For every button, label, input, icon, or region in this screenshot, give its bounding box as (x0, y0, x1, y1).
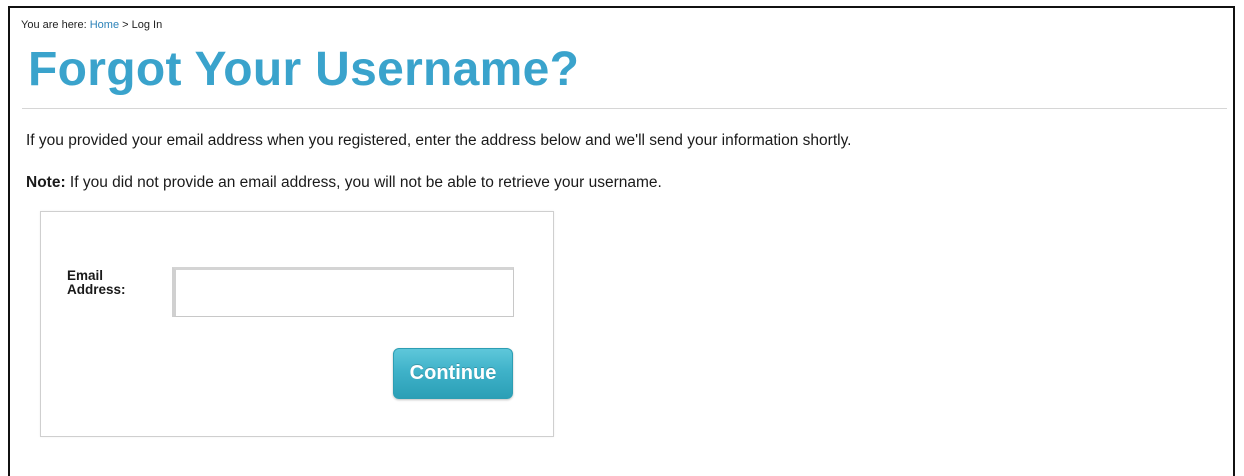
email-label-line2: Address: (67, 282, 126, 297)
forgot-username-form: Email Address: Continue (40, 211, 554, 437)
breadcrumb-prefix: You are here: (21, 19, 87, 31)
breadcrumb-home-link[interactable]: Home (90, 19, 119, 31)
email-field[interactable] (172, 267, 514, 317)
breadcrumb-current: Log In (131, 19, 163, 31)
page-frame: You are here: Home > Log In Forgot Your … (8, 6, 1235, 476)
email-label: Email Address: (67, 269, 147, 297)
breadcrumb-separator: > (122, 19, 129, 31)
breadcrumb: You are here: Home > Log In (21, 19, 162, 31)
note-label: Note: (26, 174, 66, 191)
intro-text: If you provided your email address when … (26, 132, 852, 149)
page-title: Forgot Your Username? (28, 43, 580, 96)
note-text: Note: If you did not provide an email ad… (26, 174, 662, 192)
title-divider (22, 108, 1227, 109)
note-body: If you did not provide an email address,… (69, 174, 662, 191)
continue-button[interactable]: Continue (393, 348, 513, 399)
email-label-line1: Email (67, 268, 104, 283)
